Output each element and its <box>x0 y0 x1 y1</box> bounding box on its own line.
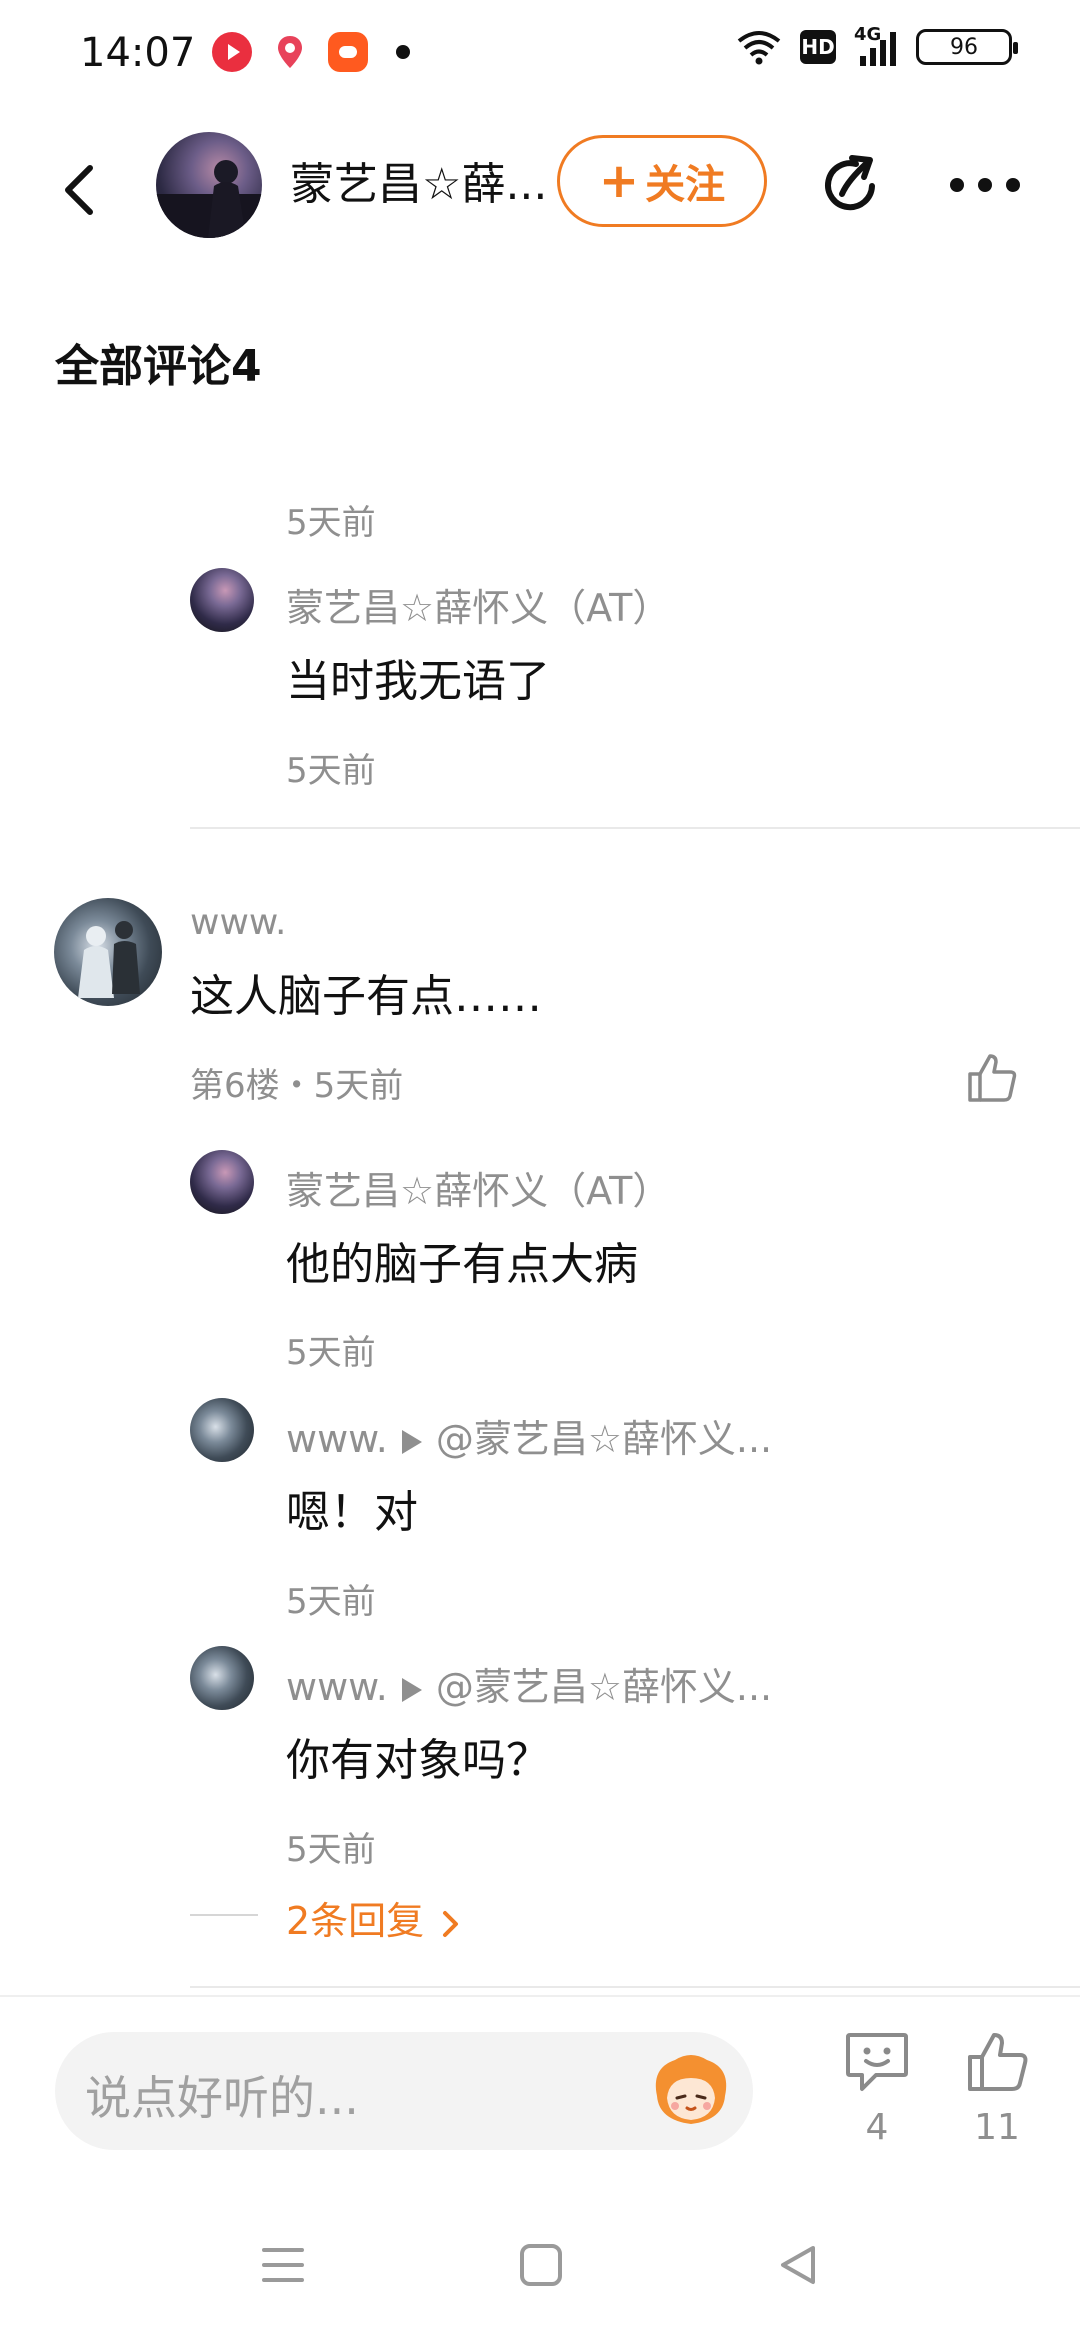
reply-time: 5天前 <box>286 751 376 791</box>
status-bar: 14:07 HD 4G 96 <box>0 0 1080 110</box>
plus-icon: + <box>598 153 640 209</box>
more-replies-label: 2条回复 <box>286 1899 425 1943</box>
user-name[interactable]: 蒙艺昌☆薛... <box>290 155 570 215</box>
share-icon[interactable] <box>816 150 886 220</box>
reply-header[interactable]: www. @蒙艺昌☆薛怀义... <box>286 1408 772 1463</box>
reply-author[interactable]: www. <box>286 1417 388 1461</box>
more-icon[interactable] <box>950 160 1020 210</box>
comment-input-bar: 说点好听的... 4 11 <box>0 1995 1080 2167</box>
video-app-icon <box>212 32 252 72</box>
system-nav-bar <box>0 2210 1080 2320</box>
reply-time: 5天前 <box>286 1830 376 1870</box>
like-icon[interactable] <box>962 2027 1032 2097</box>
reply-avatar[interactable] <box>190 1646 254 1710</box>
back-icon[interactable] <box>52 160 112 220</box>
battery-indicator: 96 <box>916 29 1018 65</box>
reply-header[interactable]: www. @蒙艺昌☆薛怀义... <box>286 1656 772 1711</box>
comment-time: 5天前 <box>286 503 376 543</box>
comment-placeholder: 说点好听的... <box>85 2071 359 2125</box>
reply-target[interactable]: @蒙艺昌☆薛怀义... <box>436 1665 772 1709</box>
reply-arrow-icon <box>401 1677 422 1702</box>
comment-count: 4 <box>865 2107 889 2148</box>
comments-title: 全部评论4 <box>55 341 262 392</box>
reply-avatar[interactable] <box>190 1398 254 1462</box>
reply-text[interactable]: 嗯！对 <box>286 1476 418 1540</box>
hd-badge: HD <box>800 30 836 64</box>
home-icon[interactable] <box>518 2242 564 2288</box>
comment-author[interactable]: www. <box>190 902 286 943</box>
notification-dot <box>396 45 410 59</box>
reply-text[interactable]: 你有对象吗？ <box>286 1724 550 1788</box>
user-avatar[interactable] <box>156 132 262 238</box>
wifi-icon <box>737 31 781 65</box>
signal-icon: 4G <box>854 24 898 66</box>
more-dot <box>1006 178 1020 192</box>
commenter-avatar[interactable] <box>54 898 162 1006</box>
emoji-icon[interactable] <box>647 2050 735 2130</box>
more-dot <box>978 178 992 192</box>
back-nav-icon[interactable] <box>775 2242 821 2288</box>
reply-author[interactable]: www. <box>286 1665 388 1709</box>
reply-time: 5天前 <box>286 1582 376 1622</box>
comment-meta: 第6楼・5天前 <box>190 1066 404 1106</box>
comment-input[interactable]: 说点好听的... <box>55 2032 753 2150</box>
more-replies-line <box>190 1914 258 1916</box>
status-right: HD 4G 96 <box>736 24 1018 66</box>
divider <box>190 827 1080 829</box>
status-time: 14:07 <box>80 30 196 76</box>
more-replies-link[interactable]: 2条回复 <box>286 1890 462 1945</box>
follow-button[interactable]: + 关注 <box>557 135 767 227</box>
reply-text[interactable]: 他的脑子有点大病 <box>286 1228 638 1292</box>
reply-avatar[interactable] <box>190 568 254 632</box>
reply-target[interactable]: @蒙艺昌☆薛怀义... <box>436 1417 772 1461</box>
comment-icon[interactable] <box>842 2027 912 2097</box>
like-count: 11 <box>974 2107 1020 2148</box>
reply-author[interactable]: 蒙艺昌☆薛怀义（AT） <box>286 577 670 632</box>
status-app-icons <box>212 32 410 72</box>
header-bar: 蒙艺昌☆薛... + 关注 <box>0 120 1080 250</box>
taobao-app-icon <box>328 32 368 72</box>
more-dot <box>950 178 964 192</box>
chevron-right-icon <box>443 1910 459 1937</box>
reply-avatar[interactable] <box>190 1150 254 1214</box>
reply-time: 5天前 <box>286 1333 376 1373</box>
menu-icon[interactable] <box>260 2242 306 2288</box>
comment-text[interactable]: 这人脑子有点…… <box>190 960 542 1024</box>
follow-label: 关注 <box>645 162 726 208</box>
reply-arrow-icon <box>401 1429 422 1454</box>
network-label: 4G <box>854 24 882 45</box>
divider <box>190 1986 1080 1988</box>
map-pin-icon <box>270 32 310 72</box>
reply-author[interactable]: 蒙艺昌☆薛怀义（AT） <box>286 1160 670 1215</box>
reply-text[interactable]: 当时我无语了 <box>286 645 550 709</box>
like-icon[interactable] <box>964 1050 1020 1106</box>
